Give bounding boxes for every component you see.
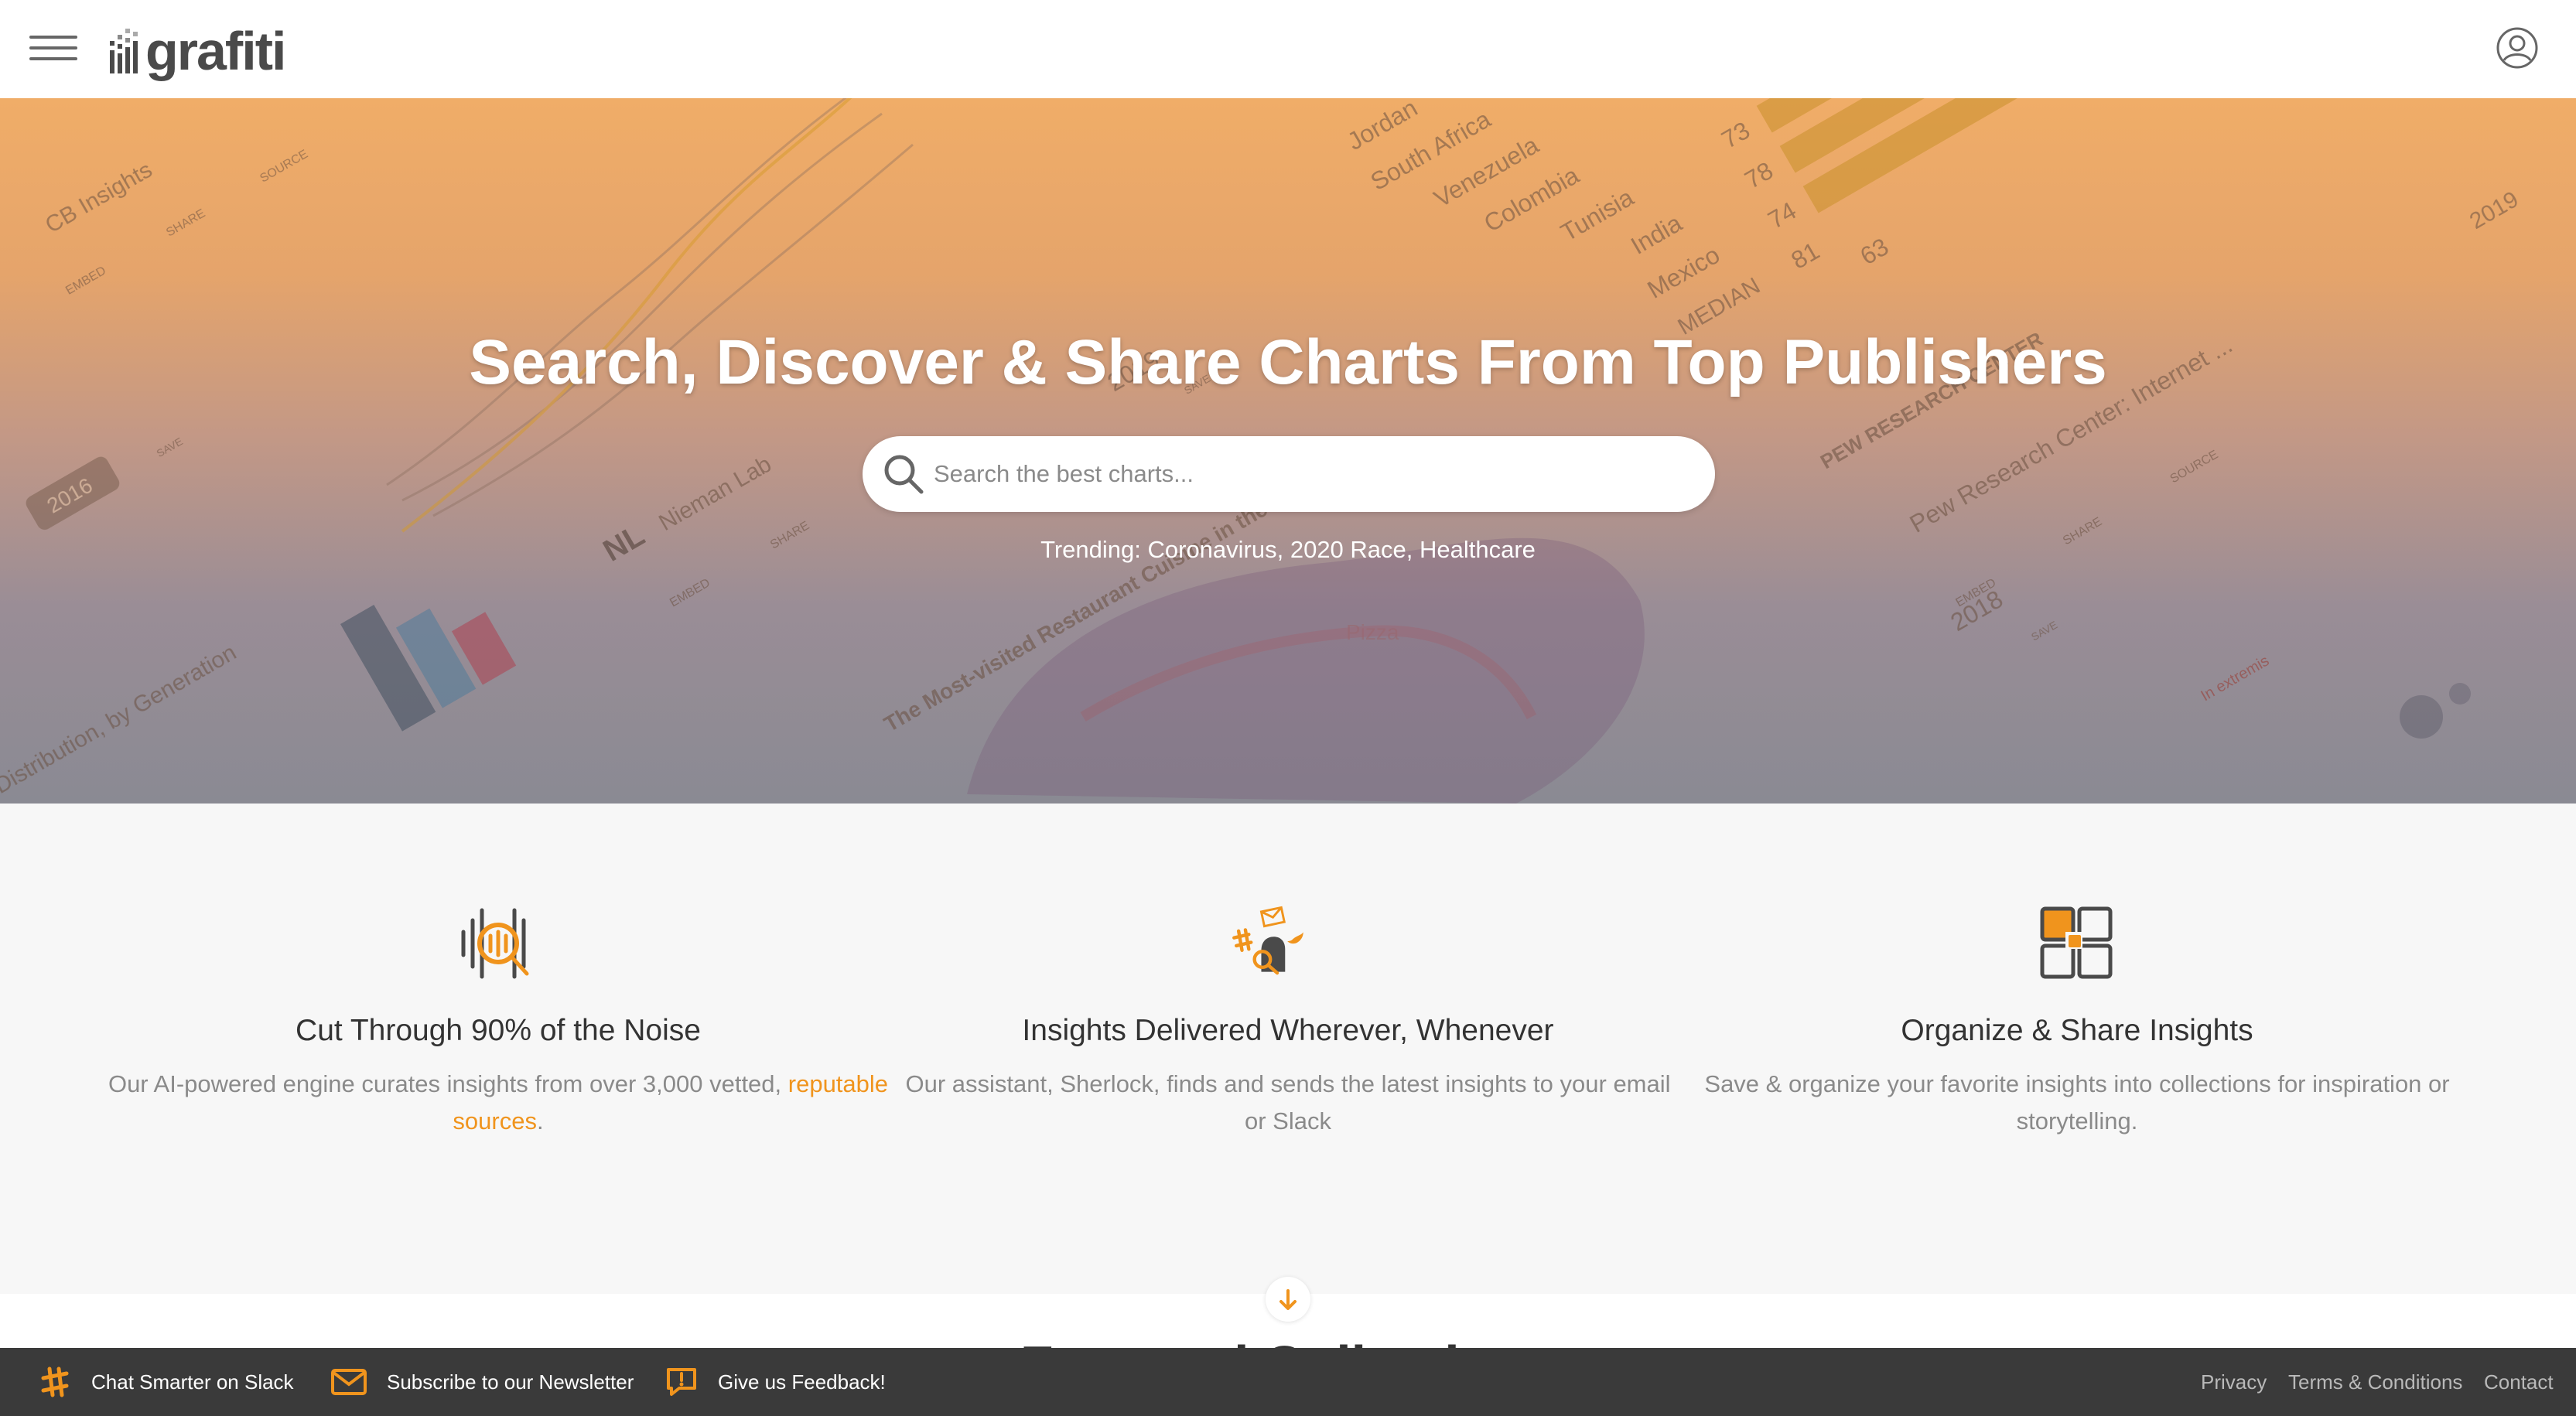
search-bar[interactable]	[863, 436, 1715, 512]
menu-line	[29, 46, 77, 49]
bg-text: In extremis	[2198, 652, 2273, 705]
bg-text: EMBED	[63, 264, 108, 298]
privacy-link[interactable]: Privacy	[2201, 1348, 2267, 1416]
feature-desc-text: Our AI-powered engine curates insights f…	[108, 1070, 788, 1097]
search-icon	[884, 455, 924, 494]
user-account-icon[interactable]	[2496, 26, 2539, 70]
feature-title: Insights Delivered Wherever, Whenever	[1022, 1014, 1554, 1047]
feature-desc-end: .	[536, 1107, 544, 1135]
bg-text: 63	[1856, 232, 1894, 270]
newsletter-link[interactable]: Subscribe to our Newsletter	[331, 1348, 634, 1416]
feature-description: Save & organize your favorite insights i…	[1704, 1070, 2450, 1135]
menu-line	[29, 36, 77, 39]
features-section: Cut Through 90% of the Noise Our AI-powe…	[0, 804, 2576, 1294]
bg-text: 73	[1717, 116, 1754, 154]
feature-title: Organize & Share Insights	[1901, 1014, 2253, 1047]
bg-text: 74	[1763, 196, 1801, 234]
bg-text: SOURCE	[2168, 448, 2221, 486]
feature-title: Cut Through 90% of the Noise	[296, 1014, 701, 1047]
contact-link[interactable]: Contact	[2484, 1348, 2554, 1416]
menu-line	[29, 57, 77, 60]
logo-text: grafiti	[145, 21, 286, 81]
feature-description: Our assistant, Sherlock, finds and sends…	[905, 1070, 1671, 1135]
footer-bar: Chat Smarter on Slack Subscribe to our N…	[0, 1348, 2576, 1416]
envelope-icon	[331, 1369, 367, 1395]
search-input[interactable]	[934, 447, 1692, 501]
collections-grid-icon	[2040, 906, 2113, 979]
feature-description: Our AI-powered engine curates insights f…	[104, 1066, 893, 1140]
feedback-link[interactable]: Give us Feedback!	[665, 1348, 886, 1416]
bg-text: SAVE	[2029, 619, 2059, 643]
slack-label: Chat Smarter on Slack	[91, 1370, 294, 1394]
feedback-icon	[667, 1368, 696, 1396]
newsletter-label: Subscribe to our Newsletter	[387, 1370, 634, 1394]
grafiti-logo[interactable]: grafiti	[108, 20, 286, 82]
sherlock-delivery-icon	[1232, 906, 1303, 975]
hamburger-menu-icon[interactable]	[29, 34, 77, 62]
featured-collections-heading: Featured Collections	[0, 1334, 2576, 1348]
bg-text: CB Insights	[41, 157, 156, 238]
bg-text: 81	[1786, 237, 1824, 275]
bg-text: Nieman Lab	[654, 452, 776, 536]
bg-text: SHARE	[164, 206, 207, 239]
feedback-label: Give us Feedback!	[718, 1370, 886, 1394]
bg-text: SAVE	[154, 435, 184, 459]
slack-link[interactable]: Chat Smarter on Slack	[39, 1348, 294, 1416]
noise-filter-icon	[461, 908, 529, 979]
bg-text: SOURCE	[258, 148, 310, 186]
bg-text: India	[1626, 209, 1686, 260]
bg-text: 2019	[2465, 186, 2523, 234]
hero-banner: CB Insights EMBED SHARE SOURCE 2016 SAVE…	[0, 98, 2576, 804]
hero-title: Search, Discover & Share Charts From Top…	[469, 327, 2107, 398]
terms-link[interactable]: Terms & Conditions	[2288, 1348, 2462, 1416]
bg-text: 78	[1740, 156, 1778, 194]
slack-icon	[41, 1367, 69, 1397]
scroll-down-button[interactable]	[1266, 1277, 1310, 1322]
bg-text: Distribution, by Generation	[0, 640, 241, 799]
arrow-down-icon	[1279, 1289, 1297, 1310]
top-header: grafiti	[0, 0, 2576, 98]
bg-text: EMBED	[668, 576, 712, 609]
logo-bars-icon	[110, 29, 138, 73]
trending-topics[interactable]: Trending: Coronavirus, 2020 Race, Health…	[0, 536, 2576, 564]
